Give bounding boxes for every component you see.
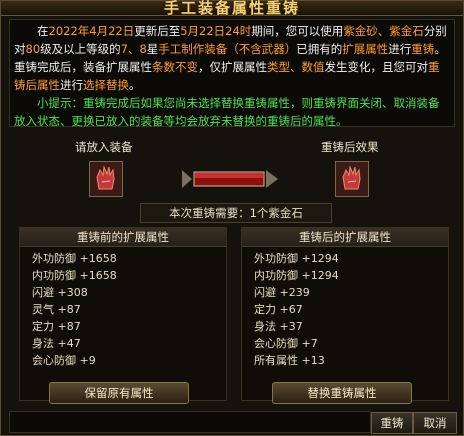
gauntlet-icon xyxy=(90,162,122,196)
window-title: 手工装备属性重铸 xyxy=(163,0,300,17)
result-preview-slot[interactable] xyxy=(335,161,369,197)
before-attributes-panel: 重铸前的扩展属性 外功防御 +1658 内功防御 +1658 闪避 +308 灵气 +… xyxy=(19,227,227,401)
info-text-segment: 已拥有的 xyxy=(296,42,343,56)
after-attributes-header: 重铸后的扩展属性 xyxy=(242,228,448,247)
arrow-right-icon xyxy=(182,170,278,188)
info-text-segment: 更新后至 xyxy=(134,24,181,38)
info-paragraph: 在2022年4月22日更新后至5月22日24时期间，您可以使用紫金砂、紫金石分别… xyxy=(14,22,450,94)
result-slot-label: 重铸后效果 xyxy=(321,140,379,154)
info-text-segment: ，仅扩展属性 xyxy=(198,60,267,74)
info-text-segment: 扩展属性 xyxy=(342,42,389,56)
info-text-segment: 进行 xyxy=(60,78,83,92)
after-attribute-row: 会心防御 +7 xyxy=(254,337,318,350)
recast-button[interactable]: 重铸 xyxy=(371,412,413,434)
after-attributes-panel: 重铸后的扩展属性 外功防御 +1294 内功防御 +1294 闪避 +239 定力 +… xyxy=(241,227,449,401)
recast-window: 手工装备属性重铸 在2022年4月22日更新后至5月22日24时期间，您可以使用… xyxy=(0,0,464,436)
info-text-segment: 选择替换 xyxy=(83,78,129,92)
info-text-segment: 重铸 xyxy=(411,42,435,56)
info-text-segment: 进行 xyxy=(388,42,412,56)
info-text-segment: 5月22日24时 xyxy=(180,24,252,38)
info-text-segment: 级及以上等级的 xyxy=(40,42,121,56)
before-attributes-header: 重铸前的扩展属性 xyxy=(20,228,226,247)
recast-cost: 本次重铸需要：1个紫金石 xyxy=(140,203,332,223)
tip-paragraph: 小提示：重铸完成后如果您尚未选择替换重铸属性，则重铸界面关闭、取消装备放入状态、… xyxy=(14,96,440,128)
info-text-segment: 7、8 xyxy=(120,42,147,56)
input-slot-label: 请放入装备 xyxy=(75,140,133,154)
before-attribute-row: 外功防御 +1658 xyxy=(32,252,117,265)
before-attribute-row: 闪避 +308 xyxy=(32,286,88,299)
info-text-segment: 在 xyxy=(37,24,49,38)
keep-original-button[interactable]: 保留原有属性 xyxy=(49,382,189,404)
info-text-segment: 类型、数值 xyxy=(267,60,325,74)
equipment-input-slot[interactable] xyxy=(89,161,123,197)
after-attribute-row: 定力 +67 xyxy=(254,303,303,316)
info-text-segment: 2022年4月22日 xyxy=(48,24,135,38)
cancel-button[interactable]: 取消 xyxy=(413,412,457,434)
before-attribute-row: 灵气 +87 xyxy=(32,303,81,316)
info-text-segment: 紫金砂、紫金石 xyxy=(343,24,424,38)
info-text-segment: 手工制作装备（不含武器） xyxy=(158,42,297,56)
before-attribute-row: 会心防御 +9 xyxy=(32,354,96,367)
info-text-segment: 。 xyxy=(129,78,141,92)
bottom-bar xyxy=(9,411,371,433)
after-attribute-row: 所有属性 +13 xyxy=(254,354,325,367)
before-attribute-row: 身法 +47 xyxy=(32,337,81,350)
info-text-segment: 80 xyxy=(25,42,41,56)
info-text-segment: 星 xyxy=(146,42,159,56)
info-text-segment: 期间，您可以使用 xyxy=(251,24,344,38)
after-attribute-row: 外功防御 +1294 xyxy=(254,252,339,265)
info-text-segment: 发生变化，且您可对 xyxy=(324,60,429,74)
info-text-segment: 条数不变 xyxy=(152,60,198,74)
replace-recast-button[interactable]: 替换重铸属性 xyxy=(272,382,412,404)
gauntlet-icon xyxy=(336,162,368,196)
before-attribute-row: 定力 +87 xyxy=(32,320,81,333)
info-box: 在2022年4月22日更新后至5月22日24时期间，您可以使用紫金砂、紫金石分别… xyxy=(9,19,455,128)
after-attribute-row: 内功防御 +1294 xyxy=(254,269,339,282)
after-attribute-row: 闪避 +239 xyxy=(254,286,310,299)
after-attribute-row: 身法 +37 xyxy=(254,320,303,333)
title-bar[interactable]: 手工装备属性重铸 xyxy=(1,0,463,17)
before-attribute-row: 内功防御 +1658 xyxy=(32,269,117,282)
